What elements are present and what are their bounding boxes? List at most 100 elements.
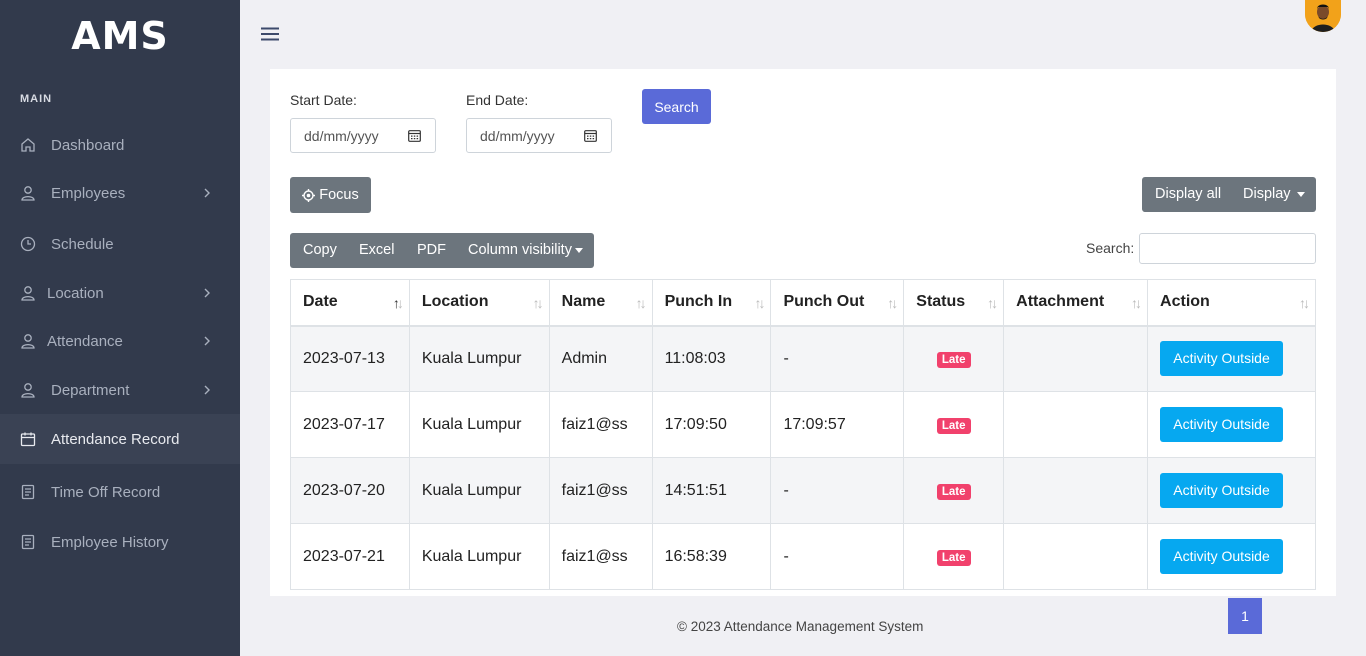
activity-outside-button[interactable]: Activity Outside: [1160, 341, 1284, 377]
activity-outside-button[interactable]: Activity Outside: [1160, 407, 1284, 442]
sidebar-item-label: Employees: [51, 184, 126, 202]
start-date-input[interactable]: dd/mm/yyyy: [290, 118, 436, 153]
status-badge: Late: [936, 351, 971, 368]
cell-punch-in: 17:09:50: [651, 391, 772, 458]
sidebar-item-label: Attendance: [47, 332, 123, 350]
document-icon: [20, 534, 36, 550]
display-dropdown-button[interactable]: Display: [1243, 186, 1305, 202]
sidebar-item-label: Attendance Record: [51, 430, 180, 448]
cell-punch-out: -: [770, 325, 905, 392]
cell-punch-out: -: [770, 457, 905, 524]
sidebar-item-label: Department: [51, 381, 130, 399]
cell-location: Kuala Lumpur: [408, 457, 550, 524]
export-toolbar: Copy Excel PDF Column visibility: [290, 233, 594, 268]
sidebar-item-attendance-record[interactable]: Attendance Record: [0, 414, 240, 464]
calendar-icon[interactable]: [408, 129, 421, 142]
cell-attachment: [1003, 391, 1149, 458]
table-header-row: Date ↑↓ Location ↑↓ Name ↑↓ Punch In ↑↓ Punc…: [290, 279, 1316, 327]
sidebar-item-attendance[interactable]: Attendance: [0, 316, 240, 366]
copy-button[interactable]: Copy: [303, 242, 337, 258]
cell-location: Kuala Lumpur: [408, 523, 550, 590]
app-logo[interactable]: AMS: [0, 14, 240, 58]
sort-icon: ↑↓: [754, 295, 765, 311]
status-badge: Late: [936, 549, 971, 566]
sidebar-item-label: Location: [47, 284, 104, 302]
sidebar-item-dashboard[interactable]: Dashboard: [0, 120, 240, 170]
column-header-date[interactable]: Date ↑↓: [290, 279, 410, 327]
cell-action: Activity Outside: [1147, 523, 1316, 590]
search-button[interactable]: Search: [642, 89, 711, 124]
cell-name: faiz1@ss: [548, 523, 653, 590]
caret-down-icon: [574, 247, 583, 253]
activity-outside-button[interactable]: Activity Outside: [1160, 473, 1284, 508]
cell-name: Admin: [548, 325, 653, 392]
sort-icon: ↑↓: [635, 295, 647, 311]
calendar-icon: [20, 431, 36, 447]
sidebar-item-label: Dashboard: [51, 136, 125, 154]
sort-icon: ↑↓: [1299, 295, 1310, 311]
cell-status: Late: [903, 457, 1005, 524]
sidebar-item-schedule[interactable]: Schedule: [0, 219, 240, 269]
sidebar-item-label: Employee History: [51, 533, 169, 551]
chevron-right-icon: [204, 288, 210, 298]
column-visibility-button[interactable]: Column visibility: [468, 242, 583, 258]
focus-button[interactable]: Focus: [290, 177, 371, 213]
top-bar: [240, 0, 1366, 68]
cell-date: 2023-07-21: [290, 523, 410, 590]
column-header-location[interactable]: Location ↑↓: [408, 279, 550, 327]
sidebar-item-department[interactable]: Department: [0, 365, 240, 415]
end-date-input[interactable]: dd/mm/yyyy: [466, 118, 612, 153]
sidebar-item-time-off-record[interactable]: Time Off Record: [0, 467, 240, 517]
column-header-action[interactable]: Action ↑↓: [1147, 279, 1316, 327]
sidebar: AMS MAIN Dashboard Employees Schedule Lo…: [0, 0, 240, 656]
excel-button[interactable]: Excel: [359, 242, 394, 258]
user-icon: [20, 285, 36, 301]
sidebar-item-employees[interactable]: Employees: [0, 168, 240, 218]
pdf-button[interactable]: PDF: [417, 242, 446, 258]
cell-name: faiz1@ss: [548, 391, 653, 458]
column-visibility-label: Column visibility: [468, 242, 572, 258]
user-icon: [20, 185, 36, 201]
home-icon: [20, 137, 36, 153]
column-header-name[interactable]: Name ↑↓: [548, 279, 653, 327]
sort-icon: ↑↓: [887, 295, 898, 311]
column-header-status[interactable]: Status ↑↓: [903, 279, 1005, 327]
table-row: 2023-07-17 Kuala Lumpur faiz1@ss 17:09:5…: [290, 391, 1316, 458]
cell-date: 2023-07-17: [290, 391, 410, 458]
attendance-table: Date ↑↓ Location ↑↓ Name ↑↓ Punch In ↑↓ Punc…: [290, 279, 1316, 590]
sort-icon: ↑↓: [392, 295, 404, 311]
table-search-input[interactable]: [1139, 233, 1316, 264]
cell-attachment: [1003, 457, 1149, 524]
sidebar-item-location[interactable]: Location: [0, 268, 240, 318]
cell-punch-out: 17:09:57: [770, 391, 905, 458]
sidebar-item-label: Schedule: [51, 235, 114, 253]
column-header-punch-out[interactable]: Punch Out ↑↓: [770, 279, 905, 327]
status-badge: Late: [936, 483, 971, 500]
sidebar-item-employee-history[interactable]: Employee History: [0, 517, 240, 567]
chevron-right-icon: [204, 336, 210, 346]
cell-punch-in: 11:08:03: [651, 325, 772, 392]
cell-attachment: [1003, 523, 1149, 590]
user-icon: [20, 382, 36, 398]
cell-location: Kuala Lumpur: [408, 391, 550, 458]
display-all-button[interactable]: Display all: [1155, 186, 1221, 202]
table-search-label: Search:: [1086, 240, 1135, 256]
menu-icon[interactable]: [261, 27, 279, 41]
activity-outside-button[interactable]: Activity Outside: [1160, 539, 1284, 574]
table-row: 2023-07-13 Kuala Lumpur Admin 11:08:03 -…: [290, 325, 1316, 392]
clock-icon: [20, 236, 36, 252]
sort-icon: ↑↓: [532, 295, 544, 311]
display-button-group: Display all Display: [1142, 177, 1316, 212]
cell-date: 2023-07-13: [290, 325, 410, 392]
display-label: Display: [1243, 186, 1291, 202]
end-date-placeholder: dd/mm/yyyy: [480, 128, 555, 144]
chevron-right-icon: [204, 385, 210, 395]
table-row: 2023-07-21 Kuala Lumpur faiz1@ss 16:58:3…: [290, 523, 1316, 590]
chevron-right-icon: [204, 188, 210, 198]
sort-icon: ↑↓: [1131, 295, 1142, 311]
column-header-attachment[interactable]: Attachment ↑↓: [1003, 279, 1149, 327]
column-header-punch-in[interactable]: Punch In ↑↓: [651, 279, 772, 327]
calendar-icon[interactable]: [584, 129, 597, 142]
cell-status: Late: [903, 523, 1005, 590]
pagination-page-1[interactable]: 1: [1228, 598, 1262, 634]
